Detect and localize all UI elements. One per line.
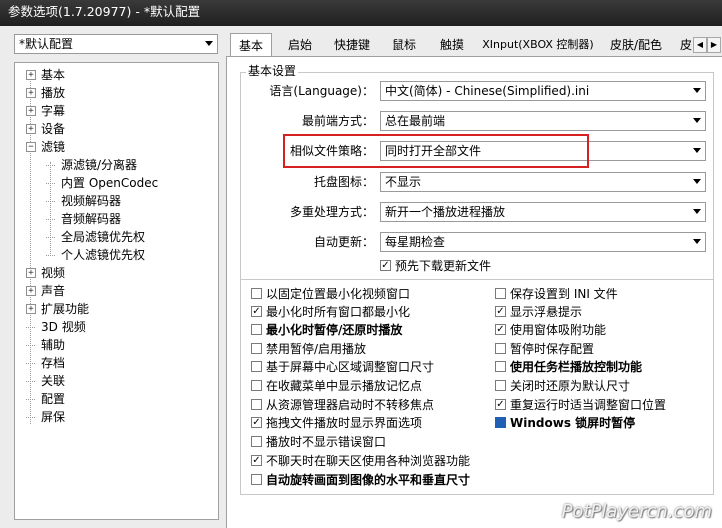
tab-mouse[interactable]: 鼠标	[384, 35, 424, 55]
language-select[interactable]: 中文(简体) - Chinese(Simplified).ini	[380, 81, 706, 101]
chevron-right-icon[interactable]: ▶	[707, 37, 721, 53]
group-title: 基本设置	[246, 63, 299, 79]
tray-icon-label: 托盘图标：	[313, 175, 374, 189]
tab-touch[interactable]: 触摸	[432, 35, 472, 55]
expand-icon[interactable]: +	[26, 124, 36, 134]
expand-icon[interactable]: +	[26, 106, 36, 116]
tab-skin[interactable]: 皮肤/配色	[606, 35, 666, 55]
chevron-down-icon	[693, 148, 701, 153]
chevron-down-icon	[693, 88, 701, 93]
chevron-down-icon	[693, 118, 701, 123]
window-title: 参数选项(1.7.20977) - *默认配置	[8, 4, 201, 19]
tab-xinput[interactable]: XInput(XBOX 控制器)	[480, 35, 596, 55]
expand-icon[interactable]: +	[26, 70, 36, 80]
profile-dropdown[interactable]: *默认配置	[14, 34, 218, 54]
expand-icon[interactable]: +	[26, 268, 36, 278]
tray-icon-select[interactable]: 不显示	[380, 172, 706, 192]
window-title-bar: 参数选项(1.7.20977) - *默认配置	[0, 0, 722, 26]
chevron-left-icon[interactable]: ◀	[693, 37, 707, 53]
highlight-box	[283, 134, 589, 168]
tab-bar: 基本 启始 快捷键 鼠标 触摸 XInput(XBOX 控制器) 皮肤/配色 皮	[226, 33, 722, 57]
expand-icon[interactable]: +	[26, 88, 36, 98]
collapse-icon[interactable]: −	[26, 142, 36, 152]
watermark: PotPlayercn.com	[561, 501, 712, 522]
multi-process-label: 多重处理方式：	[289, 205, 374, 219]
chevron-down-icon	[693, 179, 701, 184]
chevron-down-icon	[205, 41, 213, 46]
topmost-label: 最前端方式：	[301, 114, 374, 128]
tab-hotkeys[interactable]: 快捷键	[326, 35, 378, 55]
chevron-down-icon	[693, 209, 701, 214]
profile-dropdown-value: *默认配置	[19, 37, 74, 51]
tab-startup[interactable]: 启始	[280, 35, 320, 55]
auto-update-select[interactable]: 每星期检查	[380, 232, 706, 252]
tab-basic[interactable]: 基本	[230, 33, 272, 57]
tree-guide-line	[50, 162, 51, 254]
expand-icon[interactable]: +	[26, 304, 36, 314]
settings-tree[interactable]: + 基本 + 播放 + 字幕 + 设备 − 滤镜 源滤镜/分离器 内置 OpenCodec…	[14, 62, 219, 520]
auto-update-label: 自动更新：	[313, 235, 374, 249]
topmost-select[interactable]: 总在最前端	[380, 111, 706, 131]
chevron-down-icon	[693, 239, 701, 244]
checkbox-box[interactable]	[380, 260, 391, 271]
language-label: 语言(Language)：	[269, 84, 374, 98]
expand-icon[interactable]: +	[26, 286, 36, 296]
multi-process-select[interactable]: 新开一个播放进程播放	[380, 202, 706, 222]
